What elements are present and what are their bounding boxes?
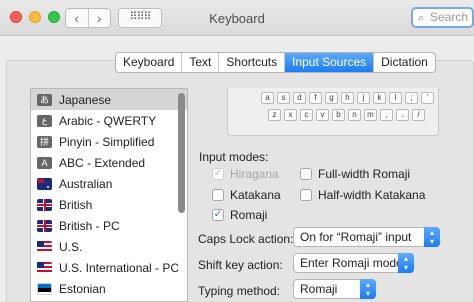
key: x [284,109,297,121]
key: ' [421,92,434,104]
list-item[interactable]: U.S. [31,236,187,257]
input-sources-list[interactable]: あ Japanese ع Arabic - QWERTY 拼 Pinyin - … [30,88,188,302]
tab-shortcuts[interactable]: Shortcuts [218,53,284,72]
list-item-label: Australian [59,176,113,191]
uk-flag-icon [37,219,52,232]
australia-flag-icon [37,177,52,190]
key: k [373,92,386,104]
key: z [268,109,281,121]
list-scrollbar[interactable] [178,93,185,213]
key: v [316,109,329,121]
key: . [396,109,409,121]
key: s [277,92,290,104]
tab-text[interactable]: Text [181,53,218,72]
key: h [341,92,354,104]
list-item-label: Estonian [59,281,106,296]
window-title: Keyboard [209,11,265,26]
hiragana-checkbox[interactable]: ✓ Hiragana [212,167,279,181]
key: n [348,109,361,121]
checkmark-icon: ✓ [212,209,224,221]
checkbox-label: Hiragana [230,167,279,181]
popup-value: Enter Romaji mode [300,256,403,270]
us-flag-icon [37,240,52,253]
chevron-updown-icon: ▴ ▾ [424,227,440,247]
list-item-label: British [59,197,93,212]
search-placeholder: Search [430,10,469,24]
key: c [300,109,313,121]
list-item-label: British - PC [59,218,120,233]
key: g [325,92,338,104]
list-item[interactable]: U.S. International - PC [31,257,187,278]
abc-extended-icon: A [37,156,52,169]
title-bar: ‹ › ⠿⠿⠿ Keyboard ⌕ Search [0,0,474,36]
caps-lock-action-popup[interactable]: On for “Romaji” input ▴ ▾ [293,227,440,247]
pinyin-icon: 拼 [37,135,52,148]
key: / [412,109,425,121]
caps-lock-action-label: Caps Lock action: [198,232,294,246]
checkbox-label: Half-width Katakana [318,188,426,202]
key: a [261,92,274,104]
shift-key-action-popup[interactable]: Enter Romaji mode ▴ ▾ [293,253,414,273]
key: ; [405,92,418,104]
tab-keyboard[interactable]: Keyboard [116,53,181,72]
chevron-updown-icon: ▴ ▾ [360,279,376,299]
tab-dictation[interactable]: Dictation [373,53,435,72]
tab-bar: Keyboard Text Shortcuts Input Sources Di… [115,52,436,73]
us-flag-icon [37,261,52,274]
list-item-label: Japanese [59,92,112,107]
list-item-label: Arabic - QWERTY [59,113,157,128]
key: j [357,92,370,104]
key: , [380,109,393,121]
half-width-katakana-checkbox[interactable]: Half-width Katakana [300,188,425,202]
list-item-label: U.S. International - PC [59,260,180,275]
list-item[interactable]: A ABC - Extended [31,152,187,173]
list-item[interactable]: Australian [31,173,187,194]
key: b [332,109,345,121]
estonia-flag-icon [37,282,52,295]
uk-flag-icon [37,198,52,211]
checkbox-label: Romaji [230,208,268,222]
romaji-checkbox[interactable]: ✓ Romaji [212,208,267,222]
list-item[interactable]: British - PC [31,215,187,236]
checkbox-box [300,168,312,180]
checkmark-icon: ✓ [212,168,224,180]
keyboard-row-bottom: z x c v b n m , . / [268,109,425,121]
checkbox-label: Katakana [230,188,281,202]
list-item[interactable]: あ Japanese [31,89,187,110]
list-item[interactable]: Estonian [31,278,187,299]
keyboard-preview: a s d f g h j k l ; ' z x c v b n m , . … [227,88,439,136]
arabic-icon: ع [37,114,52,127]
search-field[interactable]: ⌕ Search [411,7,474,28]
list-item[interactable]: 拼 Pinyin - Simplified [31,131,187,152]
checkbox-label: Full-width Romaji [318,167,411,181]
japanese-hiragana-icon: あ [37,93,52,106]
key: l [389,92,402,104]
tab-input-sources[interactable]: Input Sources [284,53,374,72]
key: m [364,109,377,121]
list-item-label: U.S. [59,239,83,254]
katakana-checkbox[interactable]: Katakana [212,188,281,202]
list-item-label: Pinyin - Simplified [59,134,155,149]
chevron-updown-icon: ▴ ▾ [398,253,414,273]
key: f [309,92,322,104]
list-item[interactable]: British [31,194,187,215]
keyboard-row-home: a s d f g h j k l ; ' [261,92,434,104]
key: d [293,92,306,104]
full-width-romaji-checkbox[interactable]: Full-width Romaji [300,167,410,181]
checkbox-box [212,189,224,201]
popup-value: On for “Romaji” input [300,230,412,244]
typing-method-label: Typing method: [198,284,281,298]
typing-method-popup[interactable]: Romaji ▴ ▾ [293,279,376,299]
shift-key-action-label: Shift key action: [198,258,283,272]
popup-value: Romaji [300,282,338,296]
list-item[interactable]: ع Arabic - QWERTY [31,110,187,131]
search-icon: ⌕ [418,12,425,24]
input-modes-label: Input modes: [199,150,269,164]
checkbox-box [300,189,312,201]
list-item-label: ABC - Extended [59,155,146,170]
